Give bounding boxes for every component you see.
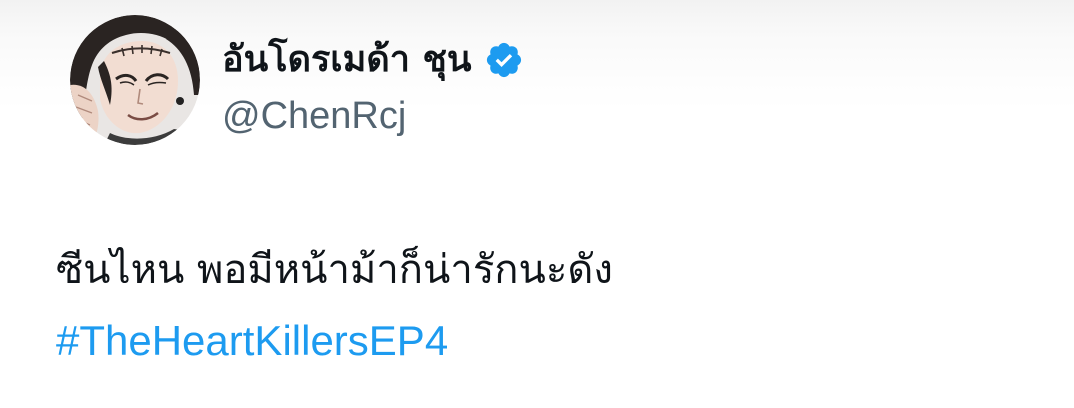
- author-name-row: อันโดรเมด้า ชุน: [222, 30, 524, 90]
- tweet-text: ซีนไหน พอมีหน้าม้าก็น่ารักนะดัง: [56, 247, 613, 293]
- avatar[interactable]: [70, 15, 200, 145]
- tweet-card: อันโดรเมด้า ชุน @ChenRcj ซีนไหน พอมีหน้า…: [0, 0, 1074, 408]
- verified-badge-icon[interactable]: [484, 40, 524, 80]
- hashtag-link[interactable]: #TheHeartKillersEP4: [56, 320, 448, 362]
- username-handle[interactable]: @ChenRcj: [222, 97, 406, 135]
- avatar-image: [70, 15, 200, 145]
- display-name[interactable]: อันโดรเมด้า ชุน: [222, 42, 472, 78]
